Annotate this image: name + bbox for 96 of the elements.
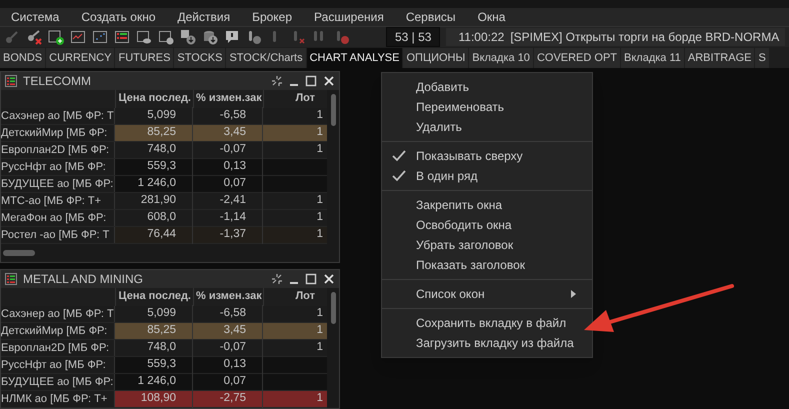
table-icon	[5, 75, 17, 87]
message-time: 11:00:22	[458, 29, 504, 46]
tab[interactable]: CURRENCY	[46, 48, 114, 68]
table-cell-text: 1	[316, 108, 323, 124]
message-text: [SPIMEX] Открыты торги на борде BRD-NORMA	[510, 29, 780, 46]
submenu-arrow-icon	[571, 290, 576, 298]
table-cell: РуссНфт ао [МБ ФР:	[1, 159, 115, 175]
table-cell-text: 1	[316, 391, 323, 406]
table-row[interactable]: ДетскийМир [МБ ФР: 85,25 3,45 1	[1, 125, 327, 142]
table-row[interactable]: БУДУЩЕЕ ао [МБ ФР: 1 246,0 0,07	[1, 374, 327, 391]
table-row[interactable]: Европлан2D [МБ ФР: 748,0 -0,07 1	[1, 340, 327, 357]
table-cell: МегаФон ао [МБ ФР:	[1, 210, 115, 226]
table-cell: НЛМК ао [МБ ФР: Т+	[1, 391, 115, 407]
scatter-window-icon[interactable]	[92, 29, 108, 46]
tab[interactable]: FUTURES	[115, 48, 174, 68]
tab[interactable]: S	[755, 48, 769, 68]
chart-window-icon[interactable]	[70, 29, 86, 46]
message-alert-icon[interactable]	[224, 29, 240, 46]
menu-item[interactable]: Брокер	[241, 8, 304, 26]
menu-item[interactable]: Окна	[466, 8, 516, 26]
counter-field: 53 | 53	[386, 27, 440, 48]
table-icon	[5, 273, 17, 285]
table-cell-text: 1	[316, 142, 323, 158]
table-row[interactable]: МегаФон ао [МБ ФР: 608,0 -1,14 1	[1, 210, 327, 227]
menu-item[interactable]: Удалить	[382, 117, 592, 137]
tab[interactable]: Вкладка 11	[621, 48, 684, 68]
table-cell: МТС-ао [МБ ФР: Т+	[1, 193, 115, 209]
table-row[interactable]: Европлан2D [МБ ФР: 748,0 -0,07 1	[1, 142, 327, 159]
table-row[interactable]: БУДУЩЕЕ ао [МБ ФР: 1 246,0 0,07	[1, 176, 327, 193]
table-cell-text: 1	[316, 340, 323, 356]
table-row[interactable]: ДетскийМир [МБ ФР: 85,25 3,45 1	[1, 323, 327, 340]
window-title: TELECOMM	[23, 73, 92, 90]
menu-item[interactable]: Добавить	[382, 77, 592, 97]
table-row[interactable]: Сахэнер ао [МБ ФР: Т 5,099 -6,58 1	[1, 108, 327, 125]
table-cell: ДетскийМир [МБ ФР:	[1, 323, 115, 339]
table-cell: Европлан2D [МБ ФР:	[1, 142, 115, 158]
close-icon[interactable]	[323, 273, 335, 285]
add-window-icon[interactable]	[48, 29, 64, 46]
tab[interactable]: CHART ANALYSE	[306, 48, 402, 68]
menu-item[interactable]: В один ряд	[382, 166, 592, 186]
table-cell: БУДУЩЕЕ ао [МБ ФР:	[1, 374, 115, 390]
download-icon[interactable]	[180, 29, 196, 46]
scrollbar-thumb[interactable]	[330, 292, 336, 324]
table-cell: -2,75	[193, 390, 263, 408]
scrollbar-thumb[interactable]	[3, 250, 35, 256]
tab[interactable]: ОПЦИОНЫ	[403, 48, 468, 68]
menu-item[interactable]: Создать окно	[70, 8, 166, 26]
table-cell-text: 1	[316, 323, 323, 338]
menu-item[interactable]: Список окон	[382, 284, 592, 304]
table-cell: РуссНфт ао [МБ ФР:	[1, 357, 115, 373]
table-row[interactable]: Сахэнер ао [МБ ФР: Т 5,099 -6,58 1	[1, 306, 327, 323]
menu-item[interactable]: Расширения	[303, 8, 395, 26]
table-cell: 108,90	[115, 390, 193, 408]
maximize-icon[interactable]	[305, 75, 317, 87]
menu-item[interactable]: Освободить окна	[382, 215, 592, 235]
tab[interactable]: Вкладка 10	[469, 48, 533, 68]
table-cell: Сахэнер ао [МБ ФР: Т	[1, 108, 115, 124]
tab[interactable]: STOCKS	[174, 48, 226, 68]
table-row[interactable]: НЛМК ао [МБ ФР: Т+ 108,90 -2,75 1	[1, 391, 327, 408]
unlink-icon[interactable]	[271, 273, 283, 285]
menu-item[interactable]: Показать заголовок	[382, 255, 592, 275]
table-cell-text: 1	[316, 210, 323, 226]
menu-item[interactable]: Сохранить вкладку в файл	[382, 313, 592, 333]
scrollbar-thumb[interactable]	[330, 94, 336, 126]
tab[interactable]: COVERED OPT	[534, 48, 620, 68]
table-row[interactable]: РуссНфт ао [МБ ФР: 559,3 0,13	[1, 159, 327, 176]
table-cell-text: 1	[316, 227, 323, 242]
menu-item[interactable]: Закрепить окна	[382, 195, 592, 215]
window-title: METALL AND MINING	[23, 271, 144, 288]
table-row[interactable]: РуссНфт ао [МБ ФР: 559,3 0,13	[1, 357, 327, 374]
table-cell: Европлан2D [МБ ФР:	[1, 340, 115, 356]
menu-item[interactable]: Действия	[166, 8, 242, 26]
tab[interactable]: ARBITRAGE	[684, 48, 754, 68]
tab[interactable]: STOCK/Charts	[226, 48, 306, 68]
menu-item[interactable]: Система	[0, 8, 70, 26]
key-icon[interactable]	[26, 29, 42, 46]
menu-item[interactable]: Показывать сверху	[382, 146, 592, 166]
unlink-icon[interactable]	[271, 75, 283, 87]
menu-item[interactable]: Сервисы	[394, 8, 467, 26]
table-cell: Сахэнер ао [МБ ФР: Т	[1, 306, 115, 322]
table-cell-text: 1	[316, 306, 323, 322]
maximize-icon[interactable]	[305, 273, 317, 285]
table-row[interactable]: МТС-ао [МБ ФР: Т+ 281,90 -2,41 1	[1, 193, 327, 210]
table-cell: Ростел -ао [МБ ФР: Т	[1, 227, 115, 243]
table-row[interactable]: Ростел -ао [МБ ФР: Т 76,44 -1,37 1	[1, 227, 327, 244]
table-cell: ДетскийМир [МБ ФР:	[1, 125, 115, 141]
close-icon[interactable]	[323, 75, 335, 87]
table-window-icon[interactable]	[114, 29, 130, 46]
table-cell-text: 1	[316, 193, 323, 208]
menu-item[interactable]: Загрузить вкладку из файла	[382, 333, 592, 353]
menu-item[interactable]: Переименовать	[382, 97, 592, 117]
database-download-icon[interactable]	[202, 29, 218, 46]
table-cell: БУДУЩЕЕ ао [МБ ФР:	[1, 176, 115, 192]
menu-item[interactable]: Убрать заголовок	[382, 235, 592, 255]
table-cell-text: 1	[316, 125, 323, 140]
tab[interactable]: BONDS	[0, 48, 46, 68]
